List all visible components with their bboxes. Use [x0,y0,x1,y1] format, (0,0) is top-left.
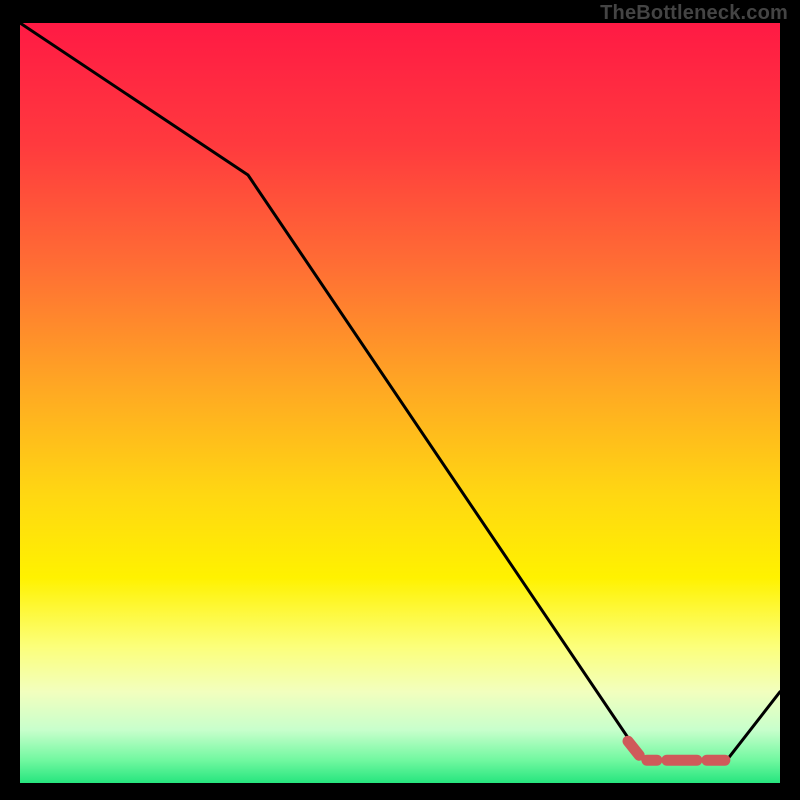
chart-frame: { "attribution": "TheBottleneck.com", "c… [0,0,800,800]
attribution-label: TheBottleneck.com [600,2,788,25]
chart-plot [20,23,780,783]
plot-background [20,23,780,783]
